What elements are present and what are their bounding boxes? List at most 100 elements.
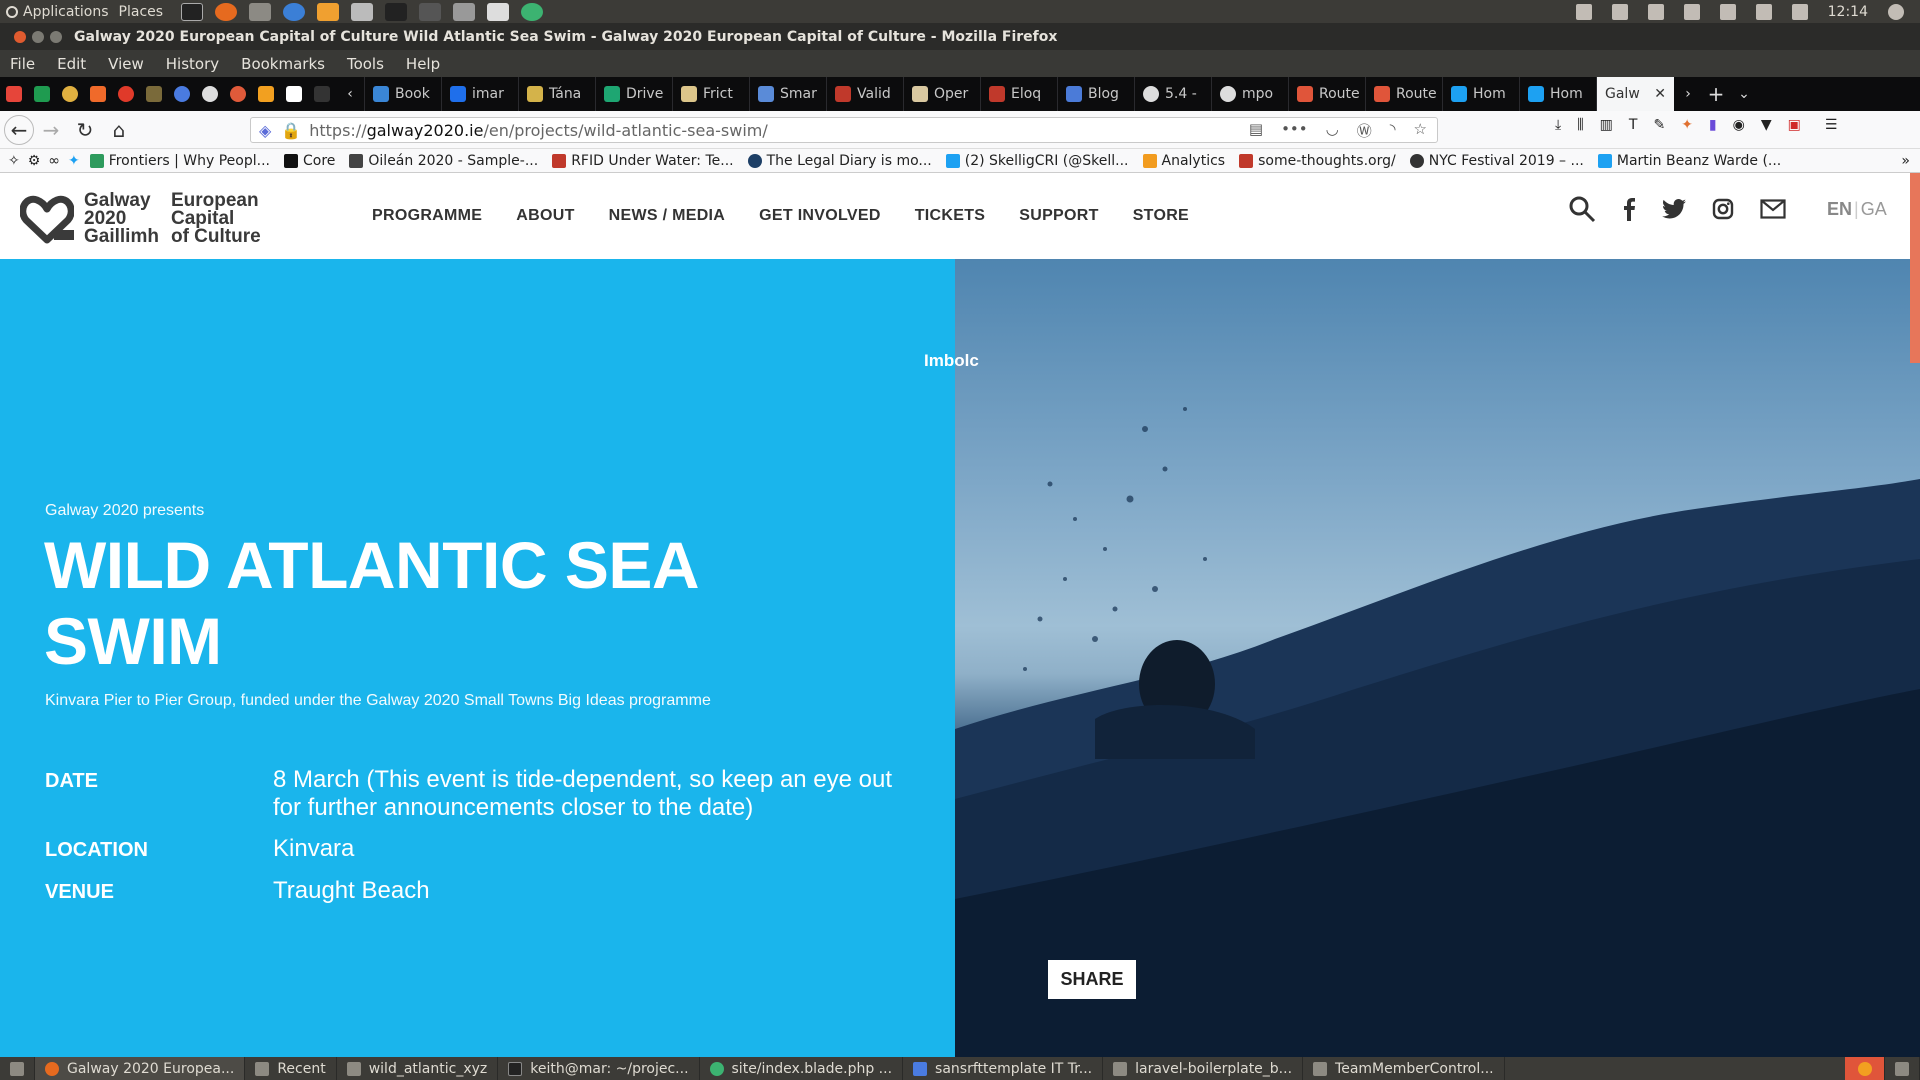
- scroll-tabs-right-icon[interactable]: ›: [1674, 77, 1702, 111]
- keyboard-icon[interactable]: [1719, 3, 1736, 20]
- url-text[interactable]: https://galway2020.ie/en/projects/wild-a…: [309, 121, 768, 140]
- share-button[interactable]: SHARE: [1048, 960, 1136, 999]
- wrench-icon[interactable]: ✧: [8, 153, 20, 169]
- bookmark-star-icon[interactable]: ☆: [1414, 120, 1427, 141]
- nav-programme[interactable]: PROGRAMME: [372, 207, 482, 225]
- tab[interactable]: imar: [441, 77, 518, 111]
- files-icon[interactable]: [249, 2, 272, 21]
- lang-en[interactable]: EN: [1827, 199, 1852, 219]
- minimize-window-button[interactable]: [32, 30, 44, 43]
- taskbar-item[interactable]: laravel-boilerplate_b...: [1103, 1057, 1304, 1080]
- extension-circle-icon[interactable]: ◉: [1733, 117, 1745, 133]
- extension-red-icon[interactable]: ▣: [1788, 117, 1801, 133]
- nav-news-media[interactable]: NEWS / MEDIA: [609, 207, 726, 225]
- volume-icon[interactable]: [1791, 3, 1808, 20]
- extension-icon[interactable]: ✦: [1681, 117, 1693, 133]
- twitter-icon[interactable]: [1662, 199, 1686, 219]
- new-tab-icon[interactable]: +: [1702, 77, 1730, 111]
- active-tab[interactable]: Galw ✕: [1596, 77, 1674, 111]
- taskbar-item[interactable]: keith@mar: ~/projec...: [498, 1057, 700, 1080]
- app-icon[interactable]: [521, 2, 544, 21]
- reload-icon[interactable]: ↻: [68, 115, 102, 145]
- pinned-tab[interactable]: [168, 77, 196, 111]
- extension-v-icon[interactable]: ▼: [1761, 117, 1772, 133]
- forward-icon[interactable]: →: [34, 115, 68, 145]
- rss-icon[interactable]: ◝: [1390, 120, 1396, 141]
- email-icon[interactable]: [1760, 199, 1786, 219]
- close-tab-icon[interactable]: ✕: [1654, 86, 1666, 102]
- lang-ga[interactable]: GA: [1861, 199, 1887, 219]
- pinned-tab[interactable]: [140, 77, 168, 111]
- wordpress-icon[interactable]: Ⓦ: [1357, 120, 1372, 141]
- network-icon[interactable]: [1683, 3, 1700, 20]
- tab[interactable]: Book: [364, 77, 441, 111]
- hamburger-menu-icon[interactable]: ☰: [1825, 117, 1838, 133]
- tab[interactable]: mpo: [1211, 77, 1288, 111]
- menu-bookmarks[interactable]: Bookmarks: [241, 55, 325, 73]
- pinned-tab[interactable]: [84, 77, 112, 111]
- close-window-button[interactable]: [14, 30, 26, 43]
- downloads-icon[interactable]: ⤓: [1555, 117, 1561, 133]
- bookmark-item[interactable]: RFID Under Water: Te...: [552, 153, 734, 169]
- tab[interactable]: Smar: [749, 77, 826, 111]
- tab[interactable]: Frict: [672, 77, 749, 111]
- mail-icon[interactable]: [1755, 3, 1772, 20]
- nav-store[interactable]: STORE: [1133, 207, 1189, 225]
- nav-tickets[interactable]: TICKETS: [915, 207, 986, 225]
- tab[interactable]: 5.4 -: [1134, 77, 1211, 111]
- pinned-tab[interactable]: [308, 77, 336, 111]
- taskbar-item[interactable]: wild_atlantic_xyz: [337, 1057, 499, 1080]
- facebook-icon[interactable]: [1622, 197, 1636, 221]
- library-icon[interactable]: ⫼: [1577, 117, 1583, 133]
- gear-icon[interactable]: ⚙: [28, 153, 41, 169]
- menu-help[interactable]: Help: [406, 55, 440, 73]
- maximize-window-button[interactable]: [50, 30, 62, 43]
- dropbox-icon[interactable]: [1575, 3, 1592, 20]
- bookmark-item[interactable]: Analytics: [1142, 153, 1225, 169]
- pinned-tab[interactable]: [56, 77, 84, 111]
- bookmark-item[interactable]: Oileán 2020 - Sample-...: [349, 153, 538, 169]
- tab[interactable]: Route: [1288, 77, 1365, 111]
- extension-t-icon[interactable]: T: [1629, 117, 1638, 133]
- nav-about[interactable]: ABOUT: [516, 207, 574, 225]
- trash-icon[interactable]: [1885, 1057, 1920, 1080]
- extension-bars-icon[interactable]: ▮: [1709, 117, 1717, 133]
- taskbar-item[interactable]: sansrfttemplate IT Tr...: [903, 1057, 1104, 1080]
- scroll-tabs-left-icon[interactable]: ‹: [336, 77, 364, 111]
- tab[interactable]: Hom: [1442, 77, 1519, 111]
- pinned-tab[interactable]: [28, 77, 56, 111]
- galway-2020-logo[interactable]: Galway 2020 Gaillimh European Capital of…: [20, 191, 261, 246]
- bookmark-item[interactable]: (2) SkelligCRI (@Skell...: [945, 153, 1129, 169]
- eyedropper-icon[interactable]: ✎: [1653, 117, 1665, 133]
- twitter-icon[interactable]: ✦: [68, 153, 80, 169]
- taskbar-item[interactable]: site/index.blade.php ...: [700, 1057, 904, 1080]
- bookmark-item[interactable]: Frontiers | Why Peopl...: [89, 153, 270, 169]
- tab[interactable]: Drive: [595, 77, 672, 111]
- bookmark-item[interactable]: Core: [283, 153, 335, 169]
- firefox-icon[interactable]: [215, 2, 238, 21]
- bookmark-item[interactable]: Martin Beanz Warde (...: [1597, 153, 1781, 169]
- tab[interactable]: Oper: [903, 77, 980, 111]
- page-actions-icon[interactable]: •••: [1281, 120, 1308, 141]
- menu-tools[interactable]: Tools: [347, 55, 384, 73]
- taskbar-item[interactable]: TeamMemberControl...: [1303, 1057, 1505, 1080]
- power-icon[interactable]: [1888, 3, 1904, 20]
- bookmark-item[interactable]: some-thoughts.org/: [1239, 153, 1396, 169]
- nav-support[interactable]: SUPPORT: [1019, 207, 1098, 225]
- nav-get-involved[interactable]: GET INVOLVED: [759, 207, 881, 225]
- reader-view-icon[interactable]: ▤: [1249, 120, 1263, 141]
- sidebar-icon[interactable]: ▥: [1600, 117, 1613, 133]
- tab-list-icon[interactable]: ⌄: [1730, 77, 1758, 111]
- instagram-icon[interactable]: [1712, 198, 1734, 220]
- pinned-tab[interactable]: [0, 77, 28, 111]
- pinned-tab[interactable]: [196, 77, 224, 111]
- lock-icon[interactable]: 🔒: [281, 121, 301, 140]
- calculator-icon[interactable]: [453, 2, 476, 21]
- menu-view[interactable]: View: [108, 55, 144, 73]
- taskbar-item[interactable]: Galway 2020 Europea...: [35, 1057, 246, 1080]
- editor-icon[interactable]: [487, 2, 510, 21]
- tab[interactable]: Route: [1365, 77, 1442, 111]
- season-label[interactable]: Imbolc: [924, 351, 979, 371]
- workspace-switcher[interactable]: [1845, 1057, 1885, 1080]
- scrollbar-thumb[interactable]: [1910, 173, 1920, 363]
